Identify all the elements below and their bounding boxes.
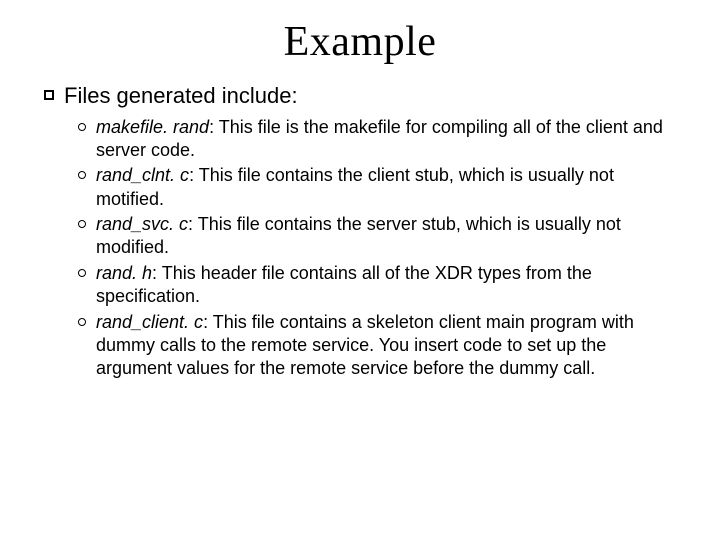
list-item: rand_client. c: This file contains a ske… <box>78 311 680 381</box>
term: rand_client. c <box>96 312 203 332</box>
term: rand_clnt. c <box>96 165 189 185</box>
list-item-text: rand. h: This header file contains all o… <box>96 262 680 309</box>
list-item-text: rand_clnt. c: This file contains the cli… <box>96 164 680 211</box>
square-bullet-icon <box>44 90 54 100</box>
term: makefile. rand <box>96 117 209 137</box>
slide-title: Example <box>0 18 720 66</box>
list-item: rand. h: This header file contains all o… <box>78 262 680 309</box>
list-item-text: rand_client. c: This file contains a ske… <box>96 311 680 381</box>
list-item-text: rand_svc. c: This file contains the serv… <box>96 213 680 260</box>
desc: : This header file contains all of the X… <box>96 263 592 306</box>
slide: Example Files generated include: makefil… <box>0 0 720 540</box>
circle-bullet-icon <box>78 171 86 179</box>
level2-list: makefile. rand: This file is the makefil… <box>78 116 680 381</box>
list-item-text: makefile. rand: This file is the makefil… <box>96 116 680 163</box>
list-item: rand_clnt. c: This file contains the cli… <box>78 164 680 211</box>
list-item: rand_svc. c: This file contains the serv… <box>78 213 680 260</box>
slide-content: Files generated include: makefile. rand:… <box>44 82 680 383</box>
list-item: makefile. rand: This file is the makefil… <box>78 116 680 163</box>
term: rand. h <box>96 263 152 283</box>
bullet-level1: Files generated include: <box>44 82 680 110</box>
circle-bullet-icon <box>78 220 86 228</box>
level1-text: Files generated include: <box>64 82 298 110</box>
circle-bullet-icon <box>78 123 86 131</box>
term: rand_svc. c <box>96 214 188 234</box>
circle-bullet-icon <box>78 269 86 277</box>
circle-bullet-icon <box>78 318 86 326</box>
